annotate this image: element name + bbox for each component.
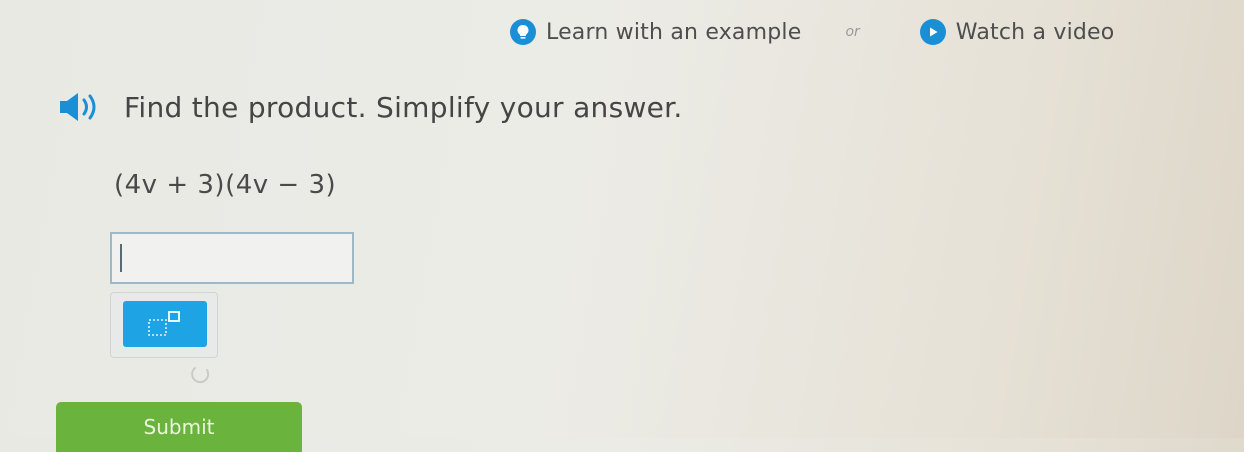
submit-button[interactable]: Submit [56,402,302,452]
learn-with-example-label: Learn with an example [546,19,802,45]
question-prompt: Find the product. Simplify your answer. [124,90,683,124]
question-row: Find the product. Simplify your answer. [58,90,683,124]
exponent-button[interactable] [123,301,207,347]
lightbulb-icon [510,19,536,45]
learn-with-example-link[interactable]: Learn with an example [510,19,801,45]
undo-icon[interactable] [190,362,212,384]
watch-video-link[interactable]: Watch a video [919,19,1115,45]
speaker-icon[interactable] [58,90,114,124]
math-palette [110,292,218,358]
text-caret [120,244,122,272]
or-separator: or [845,24,860,40]
help-bar: Learn with an example or Watch a video [510,10,1210,54]
watch-video-label: Watch a video [955,19,1115,45]
math-expression: (4v + 3)(4v − 3) [114,170,337,200]
play-icon [919,19,946,45]
answer-input[interactable] [110,232,354,284]
exponent-icon [148,311,180,336]
